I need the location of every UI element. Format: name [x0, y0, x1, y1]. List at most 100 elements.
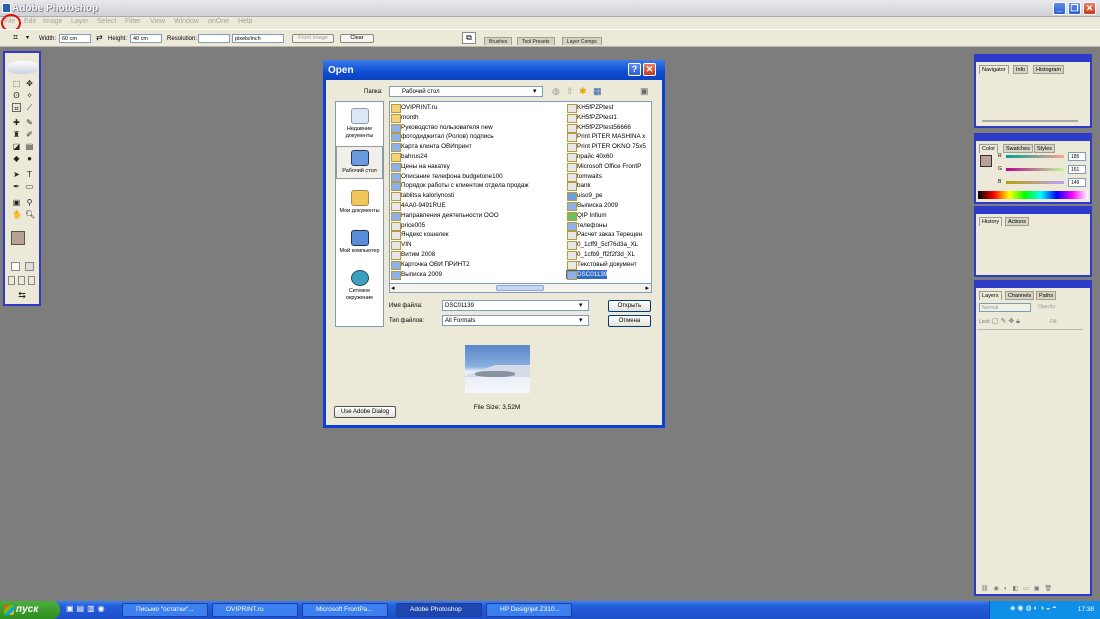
dodge-tool-icon[interactable]: ●	[25, 154, 34, 163]
scroll-left-icon[interactable]: ◂	[391, 284, 395, 292]
well-tab-layer-comps[interactable]: Layer Comps	[562, 37, 602, 45]
zoom-slider[interactable]	[982, 120, 1078, 122]
tray-icons[interactable]: ◈◉◍◐◑◒◓	[1010, 604, 1059, 612]
scroll-thumb[interactable]	[496, 285, 544, 291]
list-item-selected[interactable]: DSC01139	[566, 269, 608, 280]
shape-tool-icon[interactable]: ▭	[25, 182, 34, 191]
list-item[interactable]: bahrus24	[390, 152, 427, 162]
marquee-tool-icon[interactable]: ⬚	[12, 79, 21, 88]
slice-tool-icon[interactable]: ⟋	[25, 103, 34, 112]
path-selection-icon[interactable]: ➤	[12, 170, 21, 179]
list-item[interactable]: Яндекс кошелек	[390, 230, 449, 241]
brush-tool-icon[interactable]: ✎	[25, 118, 34, 127]
width-input[interactable]: 60 cm	[59, 34, 91, 43]
tab-styles[interactable]: Styles	[1034, 144, 1055, 153]
list-item[interactable]: 4AA0-9491RUE	[390, 201, 446, 211]
menu-filter[interactable]: Filter	[125, 18, 141, 25]
g-value[interactable]: 161	[1068, 165, 1086, 174]
tab-info[interactable]: Info	[1013, 65, 1029, 74]
lasso-tool-icon[interactable]: ʘ	[12, 91, 21, 100]
b-value[interactable]: 149	[1068, 178, 1086, 187]
swap-icon[interactable]: ⇄	[96, 33, 103, 42]
front-image-button[interactable]: Front Image	[292, 34, 334, 43]
place-my-documents[interactable]: Мои документы	[336, 190, 383, 215]
list-item[interactable]: Направления деятельности ООО	[390, 211, 499, 221]
tab-paths[interactable]: Paths	[1036, 291, 1057, 300]
stamp-tool-icon[interactable]: ♜	[12, 130, 21, 139]
notes-tool-icon[interactable]: ▣	[12, 198, 21, 207]
use-adobe-dialog-button[interactable]: Use Adobe Dialog	[334, 406, 396, 418]
place-my-computer[interactable]: Мой компьютер	[336, 230, 383, 255]
list-item[interactable]: Описание телефона budgetone100	[390, 172, 503, 182]
list-item[interactable]: Выписка 2009	[390, 270, 442, 280]
quick-launch-icons[interactable]: ▣▤▥◉	[66, 604, 108, 613]
list-item[interactable]: Print PITER MASHINA x	[566, 132, 645, 143]
resolution-input[interactable]	[198, 34, 230, 43]
filetype-select[interactable]: All Formats	[442, 315, 589, 326]
standard-mode-icon[interactable]	[11, 262, 20, 271]
lock-icons[interactable]: ▢ ✎ ✥ 🔒︎	[992, 317, 1020, 326]
menu-layer[interactable]: Layer	[71, 18, 89, 25]
filename-input[interactable]: DSC01139	[442, 300, 589, 311]
list-item[interactable]: Цены на накатку	[390, 162, 450, 172]
zoom-tool-icon[interactable]: 🔍︎	[25, 210, 35, 219]
menu-help[interactable]: Help	[238, 18, 252, 25]
back-icon[interactable]: ◍	[552, 86, 560, 97]
up-folder-icon[interactable]: ⇧	[566, 86, 574, 97]
list-item[interactable]: uiso9_pe	[566, 191, 603, 202]
maximize-button[interactable]: ❐	[1068, 2, 1081, 15]
task-oviprint-folder[interactable]: OVIPRINT.ru	[212, 603, 298, 617]
tab-layers[interactable]: Layers	[979, 291, 1002, 300]
list-item[interactable]: Выписка 2009	[566, 201, 618, 211]
list-item[interactable]: Print PITER OKNO 75x5	[566, 142, 646, 153]
tab-color[interactable]: Color	[979, 144, 999, 153]
chevron-down-icon[interactable]: ▾	[579, 316, 583, 324]
chevron-down-icon[interactable]: ▾	[26, 34, 29, 41]
chevron-down-icon[interactable]: ▾	[579, 301, 583, 309]
list-item[interactable]: tomwaits	[566, 172, 602, 182]
healing-brush-icon[interactable]: ✚	[12, 118, 21, 127]
horizontal-scrollbar[interactable]: ◂ ▸	[389, 283, 652, 293]
jump-to-imageready-icon[interactable]: ⇆	[12, 291, 32, 300]
list-item[interactable]: Витим 2008	[390, 250, 435, 260]
list-item[interactable]: tablitsa kaloriynosti	[390, 191, 454, 202]
list-item[interactable]: OVIPRINT.ru	[390, 103, 437, 113]
list-item[interactable]: Расчет заказ Терещен	[566, 230, 642, 241]
history-brush-icon[interactable]: ✐	[25, 130, 34, 139]
height-input[interactable]: 40 cm	[130, 34, 162, 43]
magic-wand-icon[interactable]: ✧	[25, 91, 34, 100]
close-button[interactable]: ✕	[1083, 2, 1096, 15]
list-item[interactable]: KH5fPZPtest	[566, 103, 613, 113]
well-tab-brushes[interactable]: Brushes	[484, 37, 513, 45]
list-item[interactable]: bank	[566, 181, 591, 192]
tab-history[interactable]: History	[979, 217, 1003, 226]
crop-tool-icon[interactable]: ⌗	[12, 103, 21, 113]
color-ramp[interactable]	[978, 191, 1088, 199]
tab-actions[interactable]: Actions	[1005, 217, 1030, 226]
screen-mode-1-icon[interactable]	[8, 276, 15, 285]
screen-mode-3-icon[interactable]	[28, 276, 35, 285]
task-mail[interactable]: Письмо "остатки"...	[122, 603, 208, 617]
g-slider[interactable]	[1006, 168, 1064, 171]
tab-channels[interactable]: Channels	[1005, 291, 1035, 300]
menu-onone[interactable]: onOne	[208, 18, 229, 25]
clear-button[interactable]: Clear	[340, 34, 374, 43]
list-item[interactable]: KH5fPZPtest56666	[566, 123, 631, 133]
units-select[interactable]: pixels/inch	[232, 34, 284, 43]
place-network[interactable]: Сетевое окружение	[336, 270, 383, 302]
quick-mask-icon[interactable]	[25, 262, 34, 271]
menu-image[interactable]: Image	[43, 18, 62, 25]
menu-edit[interactable]: Edit	[24, 18, 36, 25]
blend-mode-select[interactable]: Normal	[979, 303, 1031, 312]
well-tab-tool-presets[interactable]: Tool Presets	[517, 37, 555, 45]
r-value[interactable]: 185	[1068, 152, 1086, 161]
help-button[interactable]: ?	[628, 63, 641, 76]
hand-tool-icon[interactable]: ✋	[12, 210, 22, 219]
new-folder-icon[interactable]: ✱	[579, 86, 587, 97]
screen-mode-2-icon[interactable]	[18, 276, 25, 285]
list-item[interactable]: телефоны	[566, 221, 607, 231]
list-item[interactable]: KH5fPZPtest1	[566, 113, 617, 123]
foreground-color-swatch[interactable]	[980, 155, 992, 167]
list-item[interactable]: Текстовый документ	[566, 260, 637, 270]
menu-select[interactable]: Select	[97, 18, 116, 25]
